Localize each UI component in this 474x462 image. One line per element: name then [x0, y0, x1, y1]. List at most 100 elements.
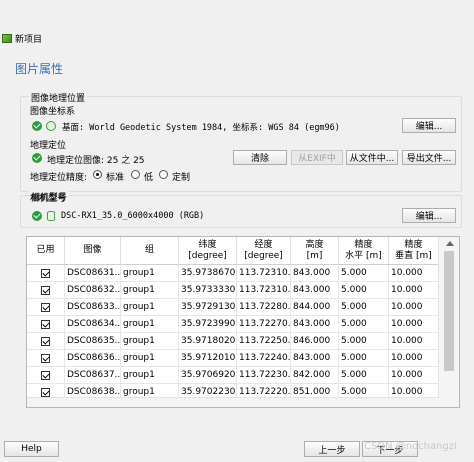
cell-latitude: 35.9712010 [179, 350, 237, 366]
cell-latitude: 35.9729130 [179, 299, 237, 315]
cell-longitude: 113.72240... [237, 350, 291, 366]
cell-accuracy-vertical: 10.000 [389, 333, 439, 349]
scrollbar-thumb[interactable] [444, 251, 454, 371]
cell-group: group1 [121, 299, 179, 315]
cell-accuracy-horizontal: 5.000 [339, 299, 389, 315]
table-row[interactable]: DSC08637.... group1 35.9706920 113.72230...… [27, 367, 439, 384]
cell-altitude: 846.000 [291, 333, 339, 349]
window-titlebar: 新项目 [0, 30, 474, 46]
page-title: 图片属性 [15, 62, 64, 76]
geoloc-status-check-icon [32, 153, 42, 163]
app-icon [2, 33, 12, 43]
cell-longitude: 113.72310... [237, 282, 291, 298]
cell-longitude: 113.72310... [237, 265, 291, 281]
cell-longitude: 113.72250... [237, 333, 291, 349]
camera-database-icon [47, 211, 55, 221]
watermark: CSDN @nochangzi [364, 441, 457, 452]
col-altitude[interactable]: 高度 [m] [291, 237, 339, 264]
used-checkbox[interactable] [41, 285, 50, 295]
previous-button[interactable]: 上一步 [304, 441, 360, 457]
col-used[interactable]: 已用 [27, 237, 65, 264]
cell-accuracy-horizontal: 5.000 [339, 350, 389, 366]
cell-altitude: 842.000 [291, 367, 339, 383]
table-horizontal-scrollbar[interactable] [27, 397, 439, 407]
used-checkbox[interactable] [41, 302, 50, 312]
window-title: 新项目 [15, 34, 43, 45]
col-image[interactable]: 图像 [65, 237, 121, 264]
from-file-button[interactable]: 从文件中... [346, 150, 398, 165]
from-exif-button[interactable]: 从EXIF中 [291, 150, 343, 165]
table-header: 已用 图像 组 纬度 [degree] 经度 [degree] 高度 [m] 精度 水平… [27, 237, 439, 265]
cell-accuracy-vertical: 10.000 [389, 367, 439, 383]
cell-latitude: 35.9738670 [179, 265, 237, 281]
cell-accuracy-vertical: 10.000 [389, 316, 439, 332]
cell-latitude: 35.9733330 [179, 282, 237, 298]
cell-image: DSC08632.... [65, 282, 121, 298]
cell-accuracy-horizontal: 5.000 [339, 316, 389, 332]
cell-used [27, 367, 65, 383]
cell-used [27, 299, 65, 315]
accuracy-low-label: 低 [144, 173, 154, 183]
table-row[interactable]: DSC08631.... group1 35.9738670 113.72310...… [27, 265, 439, 282]
table-row[interactable]: DSC08632.... group1 35.9733330 113.72310...… [27, 282, 439, 299]
cell-altitude: 843.000 [291, 265, 339, 281]
camera-edit-button[interactable]: 编辑... [402, 208, 456, 223]
cell-used [27, 265, 65, 281]
cell-group: group1 [121, 350, 179, 366]
cell-used [27, 333, 65, 349]
image-table[interactable]: 已用 图像 组 纬度 [degree] 经度 [degree] 高度 [m] 精度 水平… [26, 236, 460, 408]
cell-accuracy-horizontal: 5.000 [339, 282, 389, 298]
cell-altitude: 843.000 [291, 350, 339, 366]
accuracy-custom-radio[interactable] [159, 170, 168, 179]
cell-accuracy-horizontal: 5.000 [339, 367, 389, 383]
accuracy-label: 地理定位精度: [30, 173, 88, 183]
crs-value: 基面: World Geodetic System 1984, 坐标系: WGS… [62, 123, 340, 133]
used-checkbox[interactable] [41, 268, 50, 278]
used-checkbox[interactable] [41, 319, 50, 329]
cell-altitude: 843.000 [291, 282, 339, 298]
table-row[interactable]: DSC08635.... group1 35.9718020 113.72250...… [27, 333, 439, 350]
cell-group: group1 [121, 282, 179, 298]
table-row[interactable]: DSC08636.... group1 35.9712010 113.72240...… [27, 350, 439, 367]
cell-used [27, 282, 65, 298]
accuracy-standard-radio[interactable] [93, 170, 102, 179]
table-row[interactable]: DSC08633.... group1 35.9729130 113.72280...… [27, 299, 439, 316]
cell-image: DSC08637.... [65, 367, 121, 383]
cell-used [27, 350, 65, 366]
globe-icon [46, 121, 56, 131]
cell-latitude: 35.9723990 [179, 316, 237, 332]
used-checkbox[interactable] [41, 353, 50, 363]
crs-edit-button[interactable]: 编辑... [402, 118, 456, 133]
cell-longitude: 113.72280... [237, 299, 291, 315]
help-button[interactable]: Help [4, 441, 59, 457]
cell-image: DSC08633.... [65, 299, 121, 315]
cell-accuracy-vertical: 10.000 [389, 282, 439, 298]
cell-altitude: 843.000 [291, 316, 339, 332]
cell-latitude: 35.9706920 [179, 367, 237, 383]
used-checkbox[interactable] [41, 336, 50, 346]
table-row[interactable]: DSC08634.... group1 35.9723990 113.72270...… [27, 316, 439, 333]
col-latitude[interactable]: 纬度 [degree] [179, 237, 237, 264]
used-checkbox[interactable] [41, 370, 50, 380]
cell-group: group1 [121, 265, 179, 281]
camera-model-value: DSC-RX1_35.0_6000x4000 (RGB) [61, 211, 205, 221]
cell-used [27, 316, 65, 332]
col-accuracy-horizontal[interactable]: 精度 水平 [m] [339, 237, 389, 264]
cell-accuracy-vertical: 10.000 [389, 299, 439, 315]
export-file-button[interactable]: 导出文件... [402, 150, 456, 165]
col-longitude[interactable]: 经度 [degree] [237, 237, 291, 264]
crs-label: 图像坐标系 [30, 107, 76, 117]
col-group[interactable]: 组 [121, 237, 179, 264]
used-checkbox[interactable] [41, 387, 50, 397]
scroll-up-icon[interactable] [446, 241, 454, 246]
cell-accuracy-horizontal: 5.000 [339, 333, 389, 349]
accuracy-low-radio[interactable] [131, 170, 140, 179]
geo-group-title: 图像地理位置 [29, 91, 88, 104]
table-vertical-scrollbar[interactable] [438, 237, 459, 407]
cell-image: DSC08635.... [65, 333, 121, 349]
cell-accuracy-horizontal: 5.000 [339, 265, 389, 281]
clear-button[interactable]: 清除 [233, 150, 287, 165]
cell-image: DSC08631.... [65, 265, 121, 281]
col-accuracy-vertical[interactable]: 精度 垂直 [m] [389, 237, 439, 264]
cell-longitude: 113.72230... [237, 367, 291, 383]
